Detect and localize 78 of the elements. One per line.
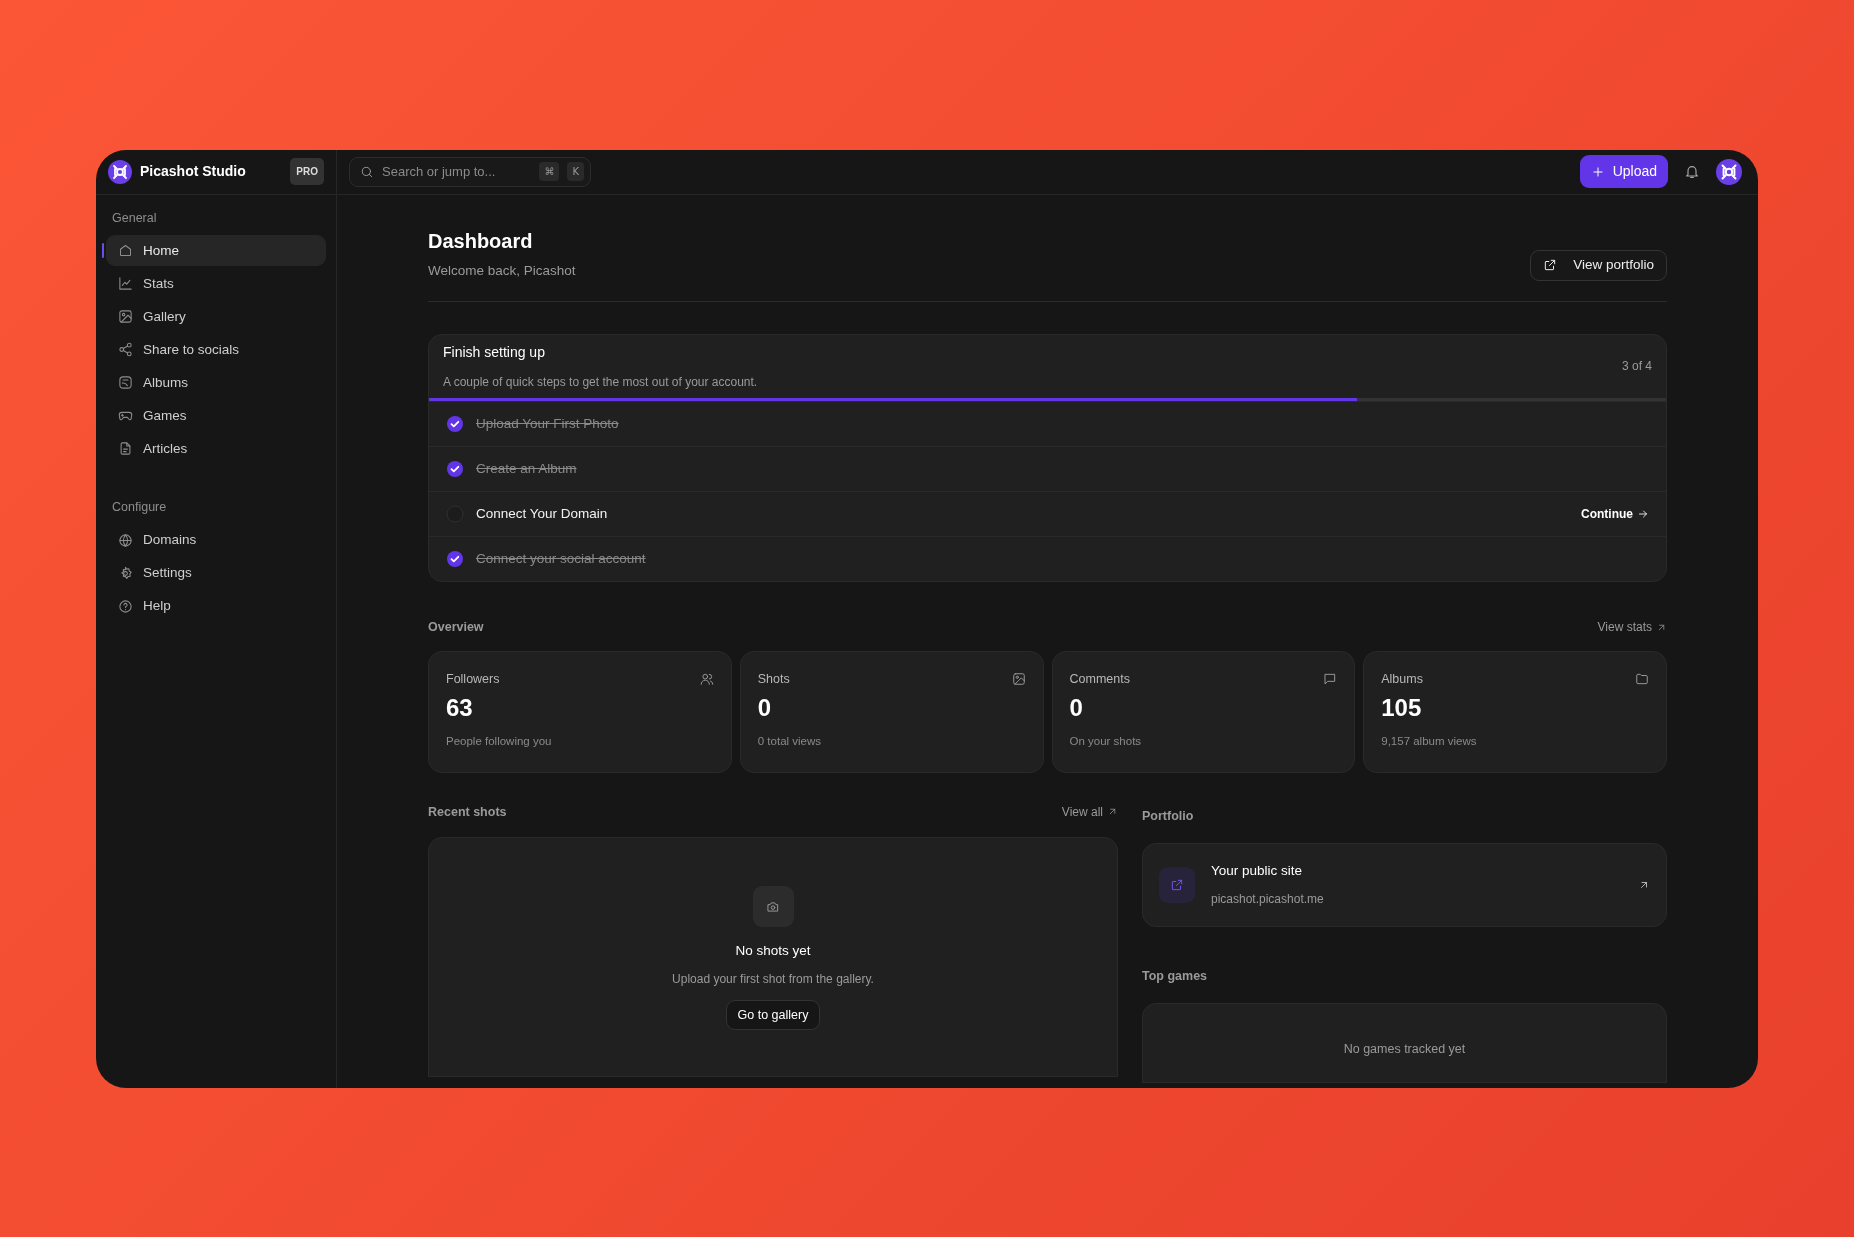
sidebar-item[interactable]: Domains xyxy=(106,525,326,556)
sidebar-item[interactable]: Help xyxy=(106,591,326,622)
arrow-right-icon xyxy=(1637,507,1649,520)
stat-caption: People following you xyxy=(446,734,553,750)
step-label: Create an Album xyxy=(476,459,578,478)
sidebar-item[interactable]: Stats xyxy=(106,268,326,300)
globe-icon xyxy=(118,533,133,548)
sidebar-section-title: General xyxy=(111,209,158,227)
album-icon xyxy=(118,375,133,391)
shortcut-key: ⌘ xyxy=(539,162,560,181)
public-site-card[interactable]: Your public site picashot.picashot.me xyxy=(1142,842,1667,927)
shortcut-key: K xyxy=(567,162,584,181)
document-icon xyxy=(118,441,133,457)
page-subtitle: Welcome back, Picashot xyxy=(428,261,576,280)
page-title: Dashboard xyxy=(428,228,534,253)
stat-value: 0 xyxy=(757,694,773,724)
share-icon xyxy=(118,342,133,358)
avatar-icon[interactable] xyxy=(1716,158,1742,185)
stat-label: Followers xyxy=(446,670,500,688)
stat-value: 63 xyxy=(446,694,474,724)
plus-icon xyxy=(1590,164,1605,179)
bell-icon xyxy=(1684,163,1700,180)
sidebar-item[interactable]: Articles xyxy=(106,433,326,465)
sidebar-item[interactable]: Gallery xyxy=(106,301,326,333)
upload-button[interactable]: Upload xyxy=(1579,155,1668,188)
stat-caption: 0 total views xyxy=(757,734,823,750)
empty-text: Upload your first shot from the gallery. xyxy=(672,970,874,988)
search-field[interactable]: Search or jump to... ⌘ K xyxy=(349,156,591,187)
step-label: Upload Your First Photo xyxy=(476,414,620,433)
logo-icon xyxy=(108,159,132,184)
stat-label: Albums xyxy=(1381,670,1423,688)
settings-icon xyxy=(118,566,133,581)
view-all-link[interactable]: View all xyxy=(1061,802,1118,821)
sidebar-item[interactable]: Share to socials xyxy=(106,334,326,366)
view-portfolio-button[interactable]: View portfolio xyxy=(1530,249,1667,281)
speech-bubble-icon xyxy=(1323,671,1338,686)
plan-badge: PRO xyxy=(290,158,324,185)
external-link-icon xyxy=(1170,877,1184,892)
stat-label: Comments xyxy=(1069,670,1130,688)
step-label: Connect your social account xyxy=(476,549,647,568)
step-checkbox[interactable] xyxy=(446,549,464,568)
home-icon xyxy=(118,243,133,259)
sidebar-section-title: Configure xyxy=(111,499,168,517)
app-name: Picashot Studio xyxy=(140,162,247,181)
sidebar-item[interactable]: Games xyxy=(106,400,326,432)
line-chart-icon xyxy=(118,276,133,292)
help-icon xyxy=(118,599,133,614)
step-checkbox[interactable] xyxy=(446,414,464,433)
setup-description: A couple of quick steps to get the most out of your account. xyxy=(443,373,759,391)
external-link-icon xyxy=(1543,258,1558,273)
sidebar-item[interactable]: Albums xyxy=(106,367,326,399)
site-url: picashot.picashot.me xyxy=(1211,890,1325,908)
camera-icon xyxy=(766,899,780,914)
sidebar-item[interactable]: Settings xyxy=(106,558,326,589)
section-title: Overview xyxy=(428,618,484,636)
section-title: Recent shots xyxy=(428,803,507,821)
stat-caption: 9,157 album views xyxy=(1381,734,1478,750)
section-title: Portfolio xyxy=(1142,808,1194,823)
search-icon xyxy=(360,164,374,179)
setup-title: Finish setting up xyxy=(443,342,546,362)
view-stats-link[interactable]: View stats xyxy=(1597,618,1667,637)
stat-caption: On your shots xyxy=(1069,734,1143,750)
stat-label: Shots xyxy=(757,670,790,688)
progress-count: 3 of 4 xyxy=(1621,358,1652,376)
empty-title: No shots yet xyxy=(735,942,811,961)
image-icon xyxy=(118,309,133,325)
folder-icon xyxy=(1635,671,1649,686)
stat-value: 0 xyxy=(1069,694,1084,724)
site-title: Your public site xyxy=(1211,862,1304,881)
continue-button[interactable]: Continue xyxy=(1581,504,1649,523)
section-title: Top games xyxy=(1142,968,1208,983)
step-label: Connect Your Domain xyxy=(476,504,609,523)
go-to-gallery-button[interactable]: Go to gallery xyxy=(725,999,821,1031)
stat-value: 105 xyxy=(1381,694,1423,724)
step-checkbox[interactable] xyxy=(446,459,464,478)
image-icon xyxy=(1011,671,1026,686)
empty-text: No games tracked yet xyxy=(1343,1041,1466,1056)
users-icon xyxy=(699,671,714,686)
